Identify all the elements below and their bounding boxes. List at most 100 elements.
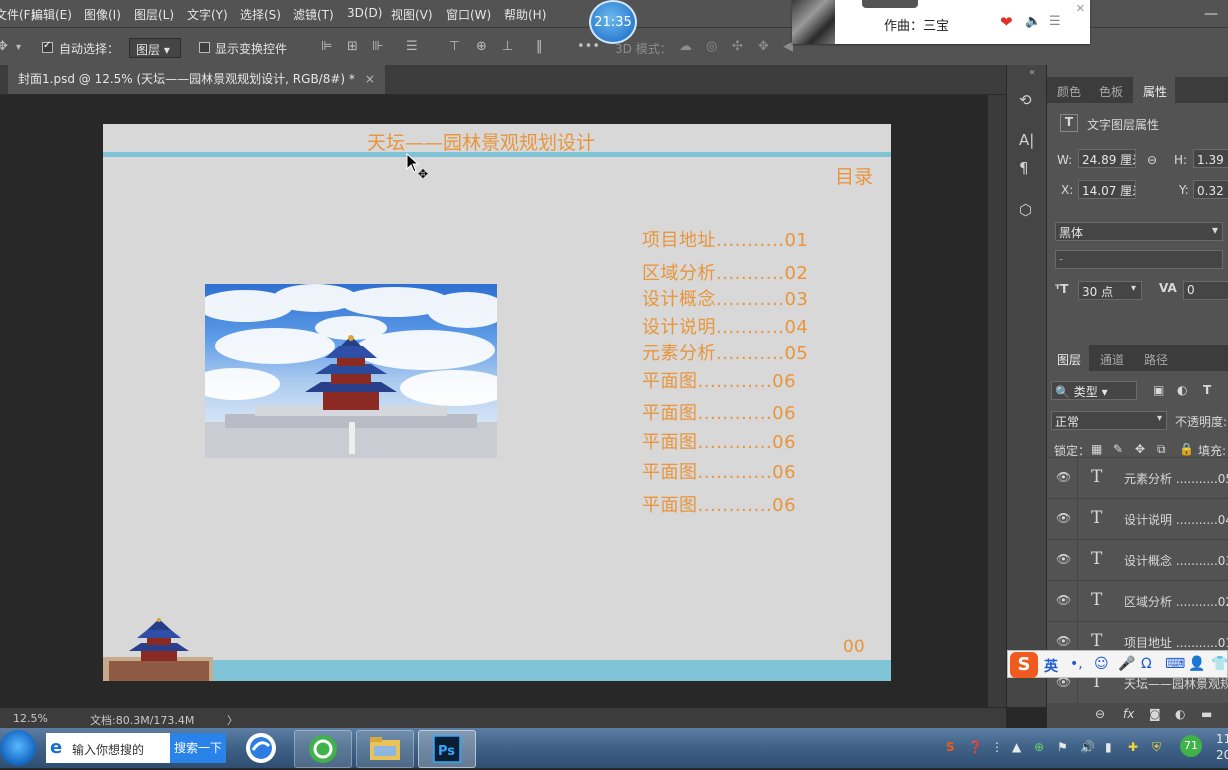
align-center-icon[interactable]: ⊞ bbox=[347, 39, 358, 54]
width-field[interactable]: 24.89 厘米 bbox=[1078, 149, 1136, 168]
shield-icon[interactable]: ⛨ bbox=[1152, 740, 1161, 755]
menu-filter[interactable]: 滤镜(T) bbox=[293, 6, 334, 23]
document-tab[interactable]: 封面1.psd @ 12.5% (天坛——园林景观规划设计, RGB/8#) *… bbox=[8, 65, 385, 94]
tray-expand-icon[interactable]: ▲ bbox=[1012, 740, 1021, 754]
chevron-down-icon[interactable]: ▾ bbox=[1212, 223, 1218, 237]
search-box[interactable]: e 输入你想搜的 bbox=[46, 733, 170, 763]
360-tray-icon[interactable]: ⊕ bbox=[1034, 740, 1044, 754]
artboard[interactable]: 天坛——园林景观规划设计 目录 项目地址...........01 区域分析..… bbox=[103, 124, 891, 681]
eye-icon[interactable]: 👁 bbox=[1056, 511, 1071, 525]
tracking-field[interactable]: 0 bbox=[1183, 281, 1228, 300]
3d-orbit-icon[interactable]: ☁ bbox=[679, 39, 692, 54]
mask-icon[interactable]: ◙ bbox=[1149, 707, 1161, 721]
tray-menu-icon[interactable]: ⋮ bbox=[991, 740, 1003, 754]
distribute-icon[interactable]: ☰ bbox=[406, 39, 418, 54]
height-field[interactable]: 1.39 厘 bbox=[1193, 149, 1228, 168]
microphone-icon[interactable]: 🎤 bbox=[1118, 656, 1135, 672]
font-family-select[interactable]: 黑体 bbox=[1055, 222, 1223, 241]
eye-icon[interactable]: 👁 bbox=[1056, 552, 1071, 566]
ime-language-toggle[interactable]: 英 bbox=[1044, 656, 1058, 676]
clock-widget[interactable]: 21:35 bbox=[589, 0, 637, 44]
eye-icon[interactable]: 👁 bbox=[1056, 634, 1071, 648]
menu-3d[interactable]: 3D(D) bbox=[347, 6, 382, 20]
paragraph-icon[interactable]: ¶ bbox=[1019, 159, 1029, 177]
tab-channels[interactable]: 通道 bbox=[1100, 351, 1124, 368]
menu-type[interactable]: 文字(Y) bbox=[187, 6, 228, 23]
playlist-icon[interactable]: ☰ bbox=[1049, 14, 1061, 29]
chevron-down-icon[interactable]: ▾ bbox=[1157, 413, 1162, 424]
plus-tray-icon[interactable]: ✚ bbox=[1128, 740, 1138, 754]
x-field[interactable]: 14.07 厘米 bbox=[1078, 180, 1136, 199]
font-style-select[interactable]: - bbox=[1055, 250, 1223, 269]
heart-icon[interactable]: ❤ bbox=[1000, 13, 1013, 31]
folder-icon[interactable]: ▬ bbox=[1201, 707, 1212, 721]
tray-badge[interactable]: 71 bbox=[1180, 735, 1202, 757]
layer-row[interactable]: 👁 T 设计说明 ...........04 bbox=[1047, 498, 1228, 539]
emoji-icon[interactable]: ☺ bbox=[1094, 656, 1109, 672]
keyboard-icon[interactable]: ⌨ bbox=[1165, 656, 1185, 672]
taskbar-app-explorer[interactable] bbox=[356, 730, 414, 768]
3d-pan-icon[interactable]: ✣ bbox=[732, 39, 743, 54]
music-progress-handle[interactable] bbox=[862, 0, 918, 8]
start-button[interactable] bbox=[0, 730, 36, 766]
lock-artboard-icon[interactable]: ⧉ bbox=[1157, 442, 1166, 457]
3d-slide-icon[interactable]: ✥ bbox=[758, 39, 769, 54]
omega-icon[interactable]: Ω bbox=[1141, 656, 1152, 672]
layer-row[interactable]: 👁 T 区域分析 ...........02 bbox=[1047, 580, 1228, 621]
menu-layer[interactable]: 图层(L) bbox=[134, 6, 174, 23]
clock-time[interactable]: 11 bbox=[1216, 732, 1228, 746]
menu-edit[interactable]: 编辑(E) bbox=[31, 6, 72, 23]
layer-filter-select[interactable]: 🔍 类型 ▾ bbox=[1051, 381, 1137, 400]
sogou-tray-icon[interactable]: S bbox=[946, 740, 955, 754]
link-layers-icon[interactable]: ⊖ bbox=[1095, 707, 1105, 721]
clock-date[interactable]: 20 bbox=[1216, 748, 1228, 762]
tab-swatches[interactable]: 色板 bbox=[1099, 83, 1123, 100]
tab-paths[interactable]: 路径 bbox=[1144, 351, 1168, 368]
chevron-right-icon[interactable]: 〉 bbox=[227, 712, 238, 728]
zoom-level[interactable]: 12.5% bbox=[13, 712, 48, 725]
filter-pixel-icon[interactable]: ▣ bbox=[1153, 383, 1164, 397]
skin-icon[interactable]: 👕 bbox=[1211, 656, 1228, 672]
align-bottom-icon[interactable]: ⊥ bbox=[502, 39, 513, 54]
taskbar-app-browser[interactable] bbox=[236, 730, 292, 766]
layer-row[interactable]: 👁 T 设计概念 ...........03 bbox=[1047, 539, 1228, 580]
lock-image-icon[interactable]: ✎ bbox=[1113, 442, 1123, 456]
user-icon[interactable]: 👤 bbox=[1188, 656, 1205, 672]
taskbar-app-photoshop[interactable]: Ps bbox=[418, 730, 476, 768]
move-tool-icon[interactable]: ✥ bbox=[0, 39, 8, 54]
vertical-scrollbar[interactable] bbox=[988, 95, 1006, 707]
tab-color[interactable]: 颜色 bbox=[1057, 83, 1081, 100]
auto-select-checkbox[interactable] bbox=[42, 40, 53, 53]
filter-adjustment-icon[interactable]: ◐ bbox=[1177, 383, 1187, 397]
fx-icon[interactable]: fx bbox=[1123, 707, 1134, 721]
search-button[interactable]: 搜索一下 bbox=[170, 733, 226, 763]
tab-properties[interactable]: 属性 bbox=[1143, 83, 1167, 100]
distribute-vertical-icon[interactable]: ‖ bbox=[536, 39, 543, 54]
history-icon[interactable]: ⟲ bbox=[1019, 91, 1032, 109]
3d-roll-icon[interactable]: ◎ bbox=[706, 39, 717, 54]
close-tab-icon[interactable]: × bbox=[365, 72, 375, 86]
lock-transparent-icon[interactable]: ▦ bbox=[1091, 442, 1102, 456]
align-top-icon[interactable]: ⊤ bbox=[449, 39, 460, 54]
link-icon[interactable]: ⊖ bbox=[1147, 153, 1157, 167]
collapse-icon[interactable]: « bbox=[1029, 67, 1035, 78]
show-transform-checkbox[interactable] bbox=[199, 42, 210, 53]
3d-cube-icon[interactable]: ⬡ bbox=[1019, 201, 1032, 219]
align-left-icon[interactable]: ⊫ bbox=[321, 39, 332, 54]
character-icon[interactable]: A| bbox=[1019, 131, 1034, 149]
chevron-down-icon[interactable]: ▾ bbox=[16, 42, 21, 53]
filter-type-icon[interactable]: T bbox=[1203, 383, 1211, 397]
align-middle-icon[interactable]: ⊕ bbox=[476, 39, 487, 54]
menu-view[interactable]: 视图(V) bbox=[391, 6, 433, 23]
more-options-icon[interactable]: ••• bbox=[577, 39, 600, 54]
network-icon[interactable]: ▮ bbox=[1105, 740, 1112, 754]
menu-select[interactable]: 选择(S) bbox=[240, 6, 281, 23]
layer-row[interactable]: 👁 T 元素分析 ...........05 bbox=[1047, 457, 1228, 498]
sogou-logo-icon[interactable]: S bbox=[1010, 652, 1038, 678]
help-tray-icon[interactable]: ❓ bbox=[968, 740, 983, 754]
auto-select-dropdown[interactable]: 图层 ▾ bbox=[129, 38, 181, 58]
menu-image[interactable]: 图像(I) bbox=[84, 6, 121, 23]
blend-mode-select[interactable]: 正常 bbox=[1051, 411, 1167, 430]
volume-icon[interactable]: 🔈 bbox=[1025, 14, 1041, 29]
flag-icon[interactable]: ⚑ bbox=[1057, 740, 1068, 754]
